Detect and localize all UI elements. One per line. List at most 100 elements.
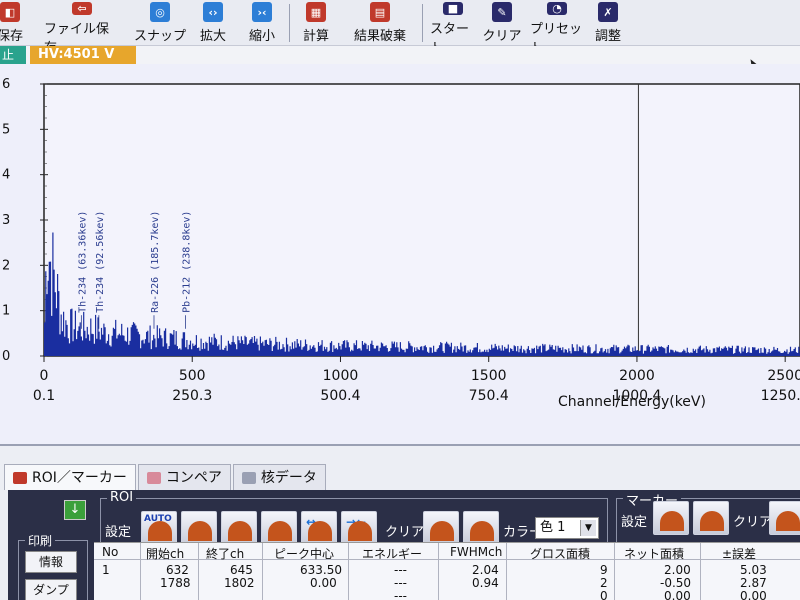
preset-button[interactable]: ◔ プリセット — [530, 2, 584, 56]
peak-label: Ra-226 (185.7kev) — [150, 211, 161, 313]
clear-button[interactable]: ✎ クリア — [482, 2, 522, 44]
zoom-out-button[interactable]: ›‹ 縮小 — [244, 2, 280, 44]
zoom-out-label: 縮小 — [248, 29, 275, 44]
tab-roi-label: ROI／マーカー — [32, 469, 127, 486]
snap-button[interactable]: ◎ スナップ — [134, 2, 186, 44]
color-select-value: 色 1 — [540, 520, 566, 535]
zoom-in-button[interactable]: ‹› 拡大 — [196, 2, 230, 44]
marker-move-button[interactable] — [693, 501, 729, 535]
roi-add-button[interactable] — [181, 511, 217, 545]
peak-icon — [660, 511, 684, 531]
column-divider — [348, 543, 349, 600]
file-save-button[interactable]: ⇦ ファイル保存 — [44, 2, 120, 56]
column-divider — [700, 543, 701, 600]
roi-clear-one-button[interactable] — [423, 511, 459, 545]
tab-compare-label: コンペア — [165, 469, 222, 486]
x-tick-label-energy: 500.4 — [320, 388, 360, 404]
peak-icon — [268, 521, 292, 541]
table-cell: 1 — [102, 563, 110, 577]
expand-icon: ‹› — [203, 2, 223, 22]
roi-narrow-button[interactable]: →← — [341, 511, 377, 545]
header-error: ±誤差 — [722, 547, 757, 561]
roi-clear-all-button[interactable] — [463, 511, 499, 545]
x-tick-label-energy: 250.3 — [172, 388, 212, 404]
column-divider — [438, 543, 439, 600]
header-end-ch: 終了ch — [206, 547, 245, 561]
roi-table[interactable]: No 開始ch 終了ch ピーク中心 エネルギー FWHMch グロス面積 ネッ… — [94, 542, 800, 600]
x-tick-label-channel: 2000 — [619, 368, 655, 384]
table-cell: 645 — [230, 563, 253, 577]
info-button[interactable]: 情報 — [25, 551, 77, 573]
roi-auto-button[interactable]: AUTO — [141, 511, 177, 545]
peak-icon — [148, 521, 172, 541]
y-tick-label: 3 — [2, 213, 10, 228]
calc-label: 計算 — [302, 29, 329, 44]
marker-clear-button[interactable] — [769, 501, 800, 535]
save-button[interactable]: ◧ 保存 — [0, 2, 30, 44]
table-cell: 0.00 — [310, 576, 337, 590]
roi-set-label: 設定 — [105, 525, 132, 540]
peak-icon — [776, 511, 800, 531]
column-divider — [614, 543, 615, 600]
header-fwhm: FWHMch — [450, 545, 503, 559]
broom-icon: ✎ — [492, 2, 512, 22]
save-icon: ◧ — [0, 2, 20, 22]
table-cell: 2.87 — [740, 576, 767, 590]
status-row: 止 HV:4501 V — [0, 46, 800, 64]
wrench-icon: ✗ — [598, 2, 618, 22]
marker-set-button[interactable] — [653, 501, 689, 535]
marker-set-label: 設定 — [621, 515, 648, 530]
table-cell: 9 — [600, 563, 608, 577]
acquisition-status-badge: 止 — [0, 46, 26, 64]
table-cell: -0.50 — [660, 576, 692, 590]
adjust-button[interactable]: ✗ 調整 — [590, 2, 626, 44]
tab-compare[interactable]: コンペア — [137, 464, 231, 490]
table-cell: 2.04 — [472, 563, 499, 577]
header-start-ch: 開始ch — [146, 547, 185, 561]
snap-label: スナップ — [134, 29, 187, 44]
dropdown-arrow-icon[interactable]: ▼ — [580, 520, 596, 536]
dump-button[interactable]: ダンプ — [25, 579, 77, 600]
download-arrow-button[interactable]: ↓ — [64, 500, 86, 520]
clear-label: クリア — [482, 29, 522, 44]
tab-roi-marker[interactable]: ROI／マーカー — [4, 464, 136, 490]
roi-clear-label: クリア — [385, 525, 425, 540]
y-tick-label: 2 — [2, 258, 10, 273]
save-label: 保存 — [0, 29, 23, 44]
calc-button[interactable]: ▦ 計算 — [298, 2, 334, 44]
color-select[interactable]: 色 1 ▼ — [535, 517, 599, 539]
main-toolbar: ◧ 保存 ⇦ ファイル保存 ◎ スナップ ‹› 拡大 ›‹ 縮小 ▦ 計算 ▤ … — [0, 0, 800, 56]
y-tick-label: 1 — [2, 304, 10, 319]
discard-results-button[interactable]: ▤ 結果破棄 — [344, 2, 416, 44]
roi-widen-button[interactable]: ↔ — [301, 511, 337, 545]
lower-panel: ROI／マーカー コンペア 核データ ↓ 印刷 情報 ダンプ ROI 設定 AU… — [0, 444, 800, 600]
column-divider — [140, 543, 141, 600]
table-cell: 2 — [600, 576, 608, 590]
x-tick-label-channel: 0 — [40, 368, 49, 384]
table-cell: 633.50 — [300, 563, 342, 577]
table-cell: --- — [394, 576, 407, 590]
print-group: 印刷 情報 ダンプ — [18, 532, 88, 600]
roi-multi-button[interactable] — [221, 511, 257, 545]
y-tick-label: 4 — [2, 168, 10, 183]
spectrum-chart[interactable]: 0 1 2 3 4 5 6 0 0.1 500 250.3 1000 500.4 1500 750.4 200… — [0, 64, 800, 444]
x-tick-label-energy: 750.4 — [469, 388, 509, 404]
lower-tabs: ROI／マーカー コンペア 核データ — [4, 464, 328, 490]
zoom-in-label: 拡大 — [199, 29, 226, 44]
column-divider — [506, 543, 507, 600]
peak-icon — [188, 521, 212, 541]
tab-nuclide-data[interactable]: 核データ — [232, 464, 326, 490]
start-button[interactable]: ■ スタート — [430, 2, 476, 56]
x-tick-label-channel: 500 — [179, 368, 206, 384]
peak-icon — [308, 521, 332, 541]
column-divider — [198, 543, 199, 600]
roi-select-button[interactable] — [261, 511, 297, 545]
table-cell: 0.00 — [664, 589, 691, 600]
x-axis-label: Channel/Energy(keV) — [558, 394, 706, 410]
header-gross-area: グロス面積 — [530, 547, 591, 561]
column-divider — [262, 543, 263, 600]
camera-icon: ◎ — [150, 2, 170, 22]
table-cell: 5.03 — [740, 563, 767, 577]
y-tick-label: 6 — [2, 77, 10, 92]
spectrum-chart-area[interactable]: 0 1 2 3 4 5 6 0 0.1 500 250.3 1000 500.4 1500 750.4 200… — [0, 64, 800, 444]
